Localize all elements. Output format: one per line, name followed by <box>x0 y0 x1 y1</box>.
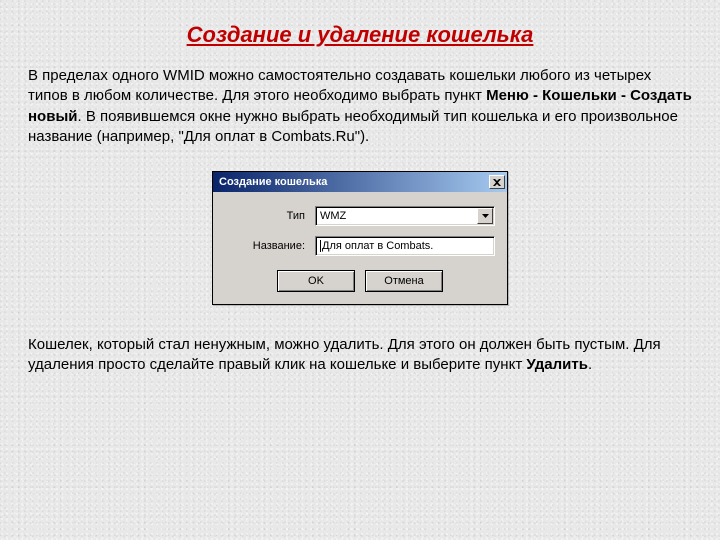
type-value: WMZ <box>316 207 476 225</box>
name-label: Название: <box>225 240 315 252</box>
chevron-down-icon <box>482 214 489 218</box>
name-value: Для оплат в Combats. <box>322 240 433 252</box>
outro-paragraph: Кошелек, который стал ненужным, можно уд… <box>28 335 692 376</box>
ok-button[interactable]: OK <box>277 270 355 292</box>
create-wallet-dialog: Создание кошелька Тип WMZ <box>212 171 508 305</box>
intro-paragraph: В пределах одного WMID можно самостоятел… <box>28 66 692 147</box>
intro-text-2: . В появившемся окне нужно выбрать необх… <box>28 108 678 145</box>
outro-delete: Удалить <box>526 356 588 373</box>
outro-text-2: . <box>588 356 592 373</box>
text-caret <box>320 240 321 252</box>
page-title: Создание и удаление кошелька <box>28 22 692 48</box>
dialog-buttons: OK Отмена <box>225 270 495 292</box>
close-icon <box>493 179 501 186</box>
type-row: Тип WMZ <box>225 206 495 226</box>
dialog-body: Тип WMZ Название: Для оплат в Combats. <box>213 192 507 304</box>
type-dropdown-button[interactable] <box>477 208 493 224</box>
close-button[interactable] <box>489 175 505 189</box>
name-input[interactable]: Для оплат в Combats. <box>315 236 495 256</box>
type-label: Тип <box>225 210 315 222</box>
type-select[interactable]: WMZ <box>315 206 495 226</box>
dialog-title: Создание кошелька <box>219 176 327 188</box>
cancel-button[interactable]: Отмена <box>365 270 443 292</box>
name-row: Название: Для оплат в Combats. <box>225 236 495 256</box>
dialog-titlebar[interactable]: Создание кошелька <box>213 172 507 192</box>
